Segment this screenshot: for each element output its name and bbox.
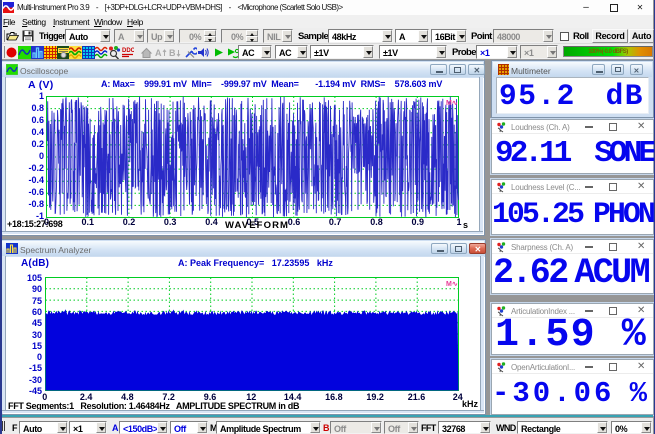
svg-text:M∿: M∿ <box>446 100 458 107</box>
svg-text:B: B <box>169 48 176 58</box>
svg-text:DDC: DDC <box>122 48 134 54</box>
svg-text:M∿: M∿ <box>446 281 458 288</box>
svg-text:A: A <box>155 48 162 58</box>
